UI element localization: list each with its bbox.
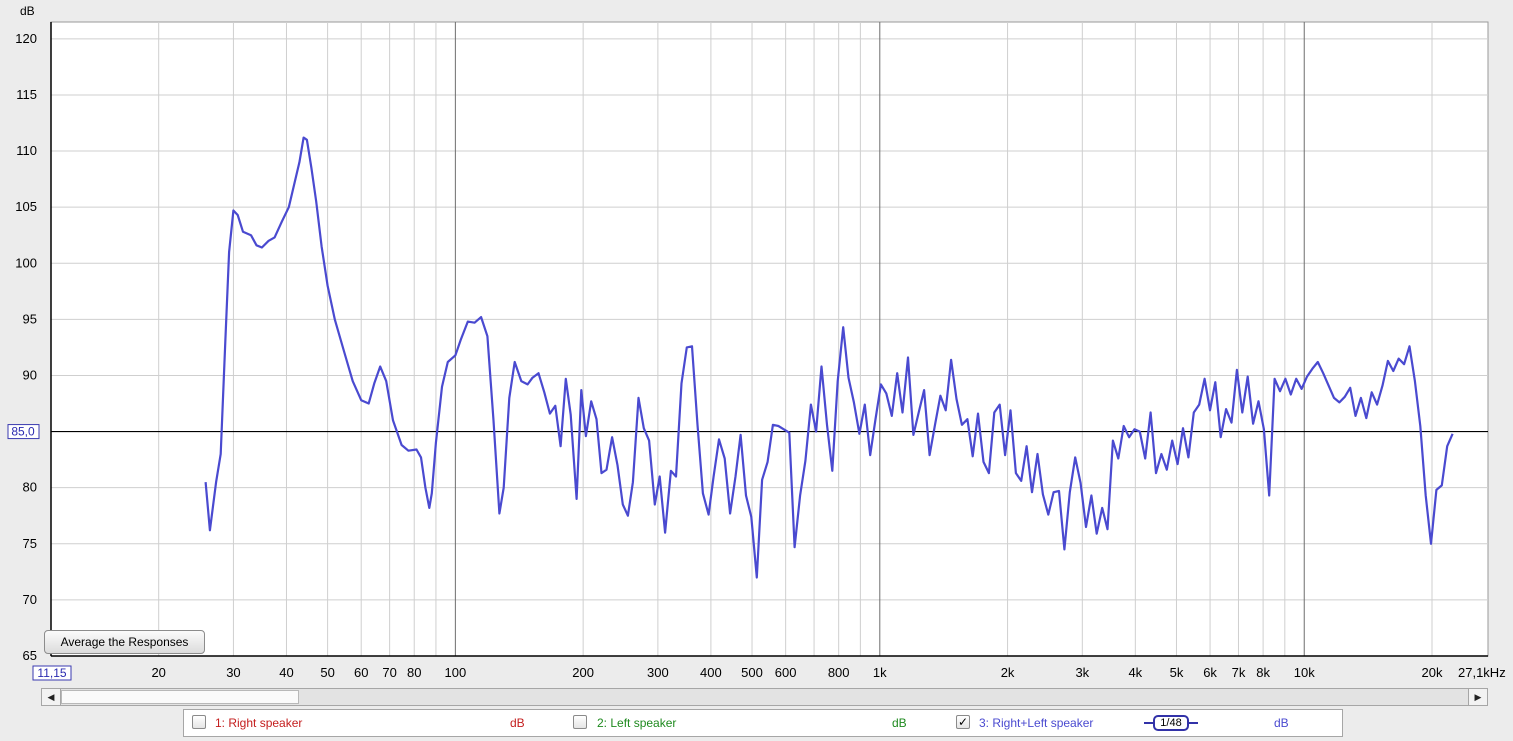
x-tick-label: 200 [572,665,594,680]
x-start-label: 11,15 [37,666,66,680]
frequency-response-chart: dB 120 115 110 105 100 95 90 80 75 70 65 85,0 11,15 20… [7,4,1506,681]
legend-unit-right: dB [510,716,525,730]
x-tick-label: 600 [775,665,797,680]
legend-checkbox-right[interactable] [192,715,206,729]
x-tick-label: 80 [407,665,421,680]
legend-checkbox-combined[interactable]: ✓ [956,715,970,729]
y-tick-label: 75 [23,536,37,551]
average-responses-button-label: Average the Responses [60,635,189,649]
y-tick-label: 90 [23,367,37,382]
x-tick-label: 400 [700,665,722,680]
x-tick-label: 50 [320,665,334,680]
reference-value-label: 85,0 [11,425,35,439]
scroll-left-icon[interactable]: ◀ [42,689,61,705]
x-tick-label: 8k [1256,665,1270,680]
average-responses-button[interactable]: Average the Responses [44,630,205,654]
y-tick-label: 80 [23,480,37,495]
x-tick-label: 5k [1170,665,1184,680]
y-tick-label: 70 [23,592,37,607]
x-tick-label: 4k [1128,665,1142,680]
y-tick-label: 65 [23,648,37,663]
x-tick-label: 10k [1294,665,1315,680]
x-tick-label: 2k [1001,665,1015,680]
legend-label-combined: 3: Right+Left speaker [979,716,1094,730]
y-unit-label: dB [20,4,35,18]
smoothing-selector[interactable]: 1/48 [1144,715,1198,731]
legend-checkbox-left[interactable] [573,715,587,729]
y-tick-label: 95 [23,311,37,326]
legend-label-left: 2: Left speaker [597,716,677,730]
x-tick-label: 3k [1075,665,1089,680]
scroll-thumb[interactable] [61,690,299,704]
scroll-right-icon[interactable]: ▶ [1468,689,1487,705]
x-tick-label: 300 [647,665,669,680]
plot-area [50,21,1489,657]
x-tick-label: 27,1kHz [1458,665,1506,680]
y-tick-label: 110 [16,143,37,158]
x-tick-label: 70 [382,665,396,680]
x-tick-label: 7k [1232,665,1246,680]
x-tick-label: 30 [226,665,240,680]
y-tick-label: 105 [15,199,37,214]
legend-unit-combined: dB [1274,716,1289,730]
measurement-legend: 1: Right speaker dB 2: Left speaker dB ✓… [183,709,1343,737]
legend-unit-left: dB [892,716,907,730]
horizontal-scrollbar[interactable]: ◀ ▶ [41,688,1488,706]
legend-label-right: 1: Right speaker [215,716,303,730]
x-tick-label: 20 [151,665,165,680]
x-tick-label: 60 [354,665,368,680]
x-tick-label: 800 [828,665,850,680]
y-tick-label: 120 [15,31,37,46]
x-tick-label: 40 [279,665,293,680]
x-tick-label: 6k [1203,665,1217,680]
y-tick-label: 115 [16,87,37,102]
x-tick-label: 500 [741,665,763,680]
y-tick-label: 100 [15,255,37,270]
x-tick-label: 100 [445,665,467,680]
x-tick-label: 20k [1422,665,1443,680]
x-tick-label: 1k [873,665,887,680]
